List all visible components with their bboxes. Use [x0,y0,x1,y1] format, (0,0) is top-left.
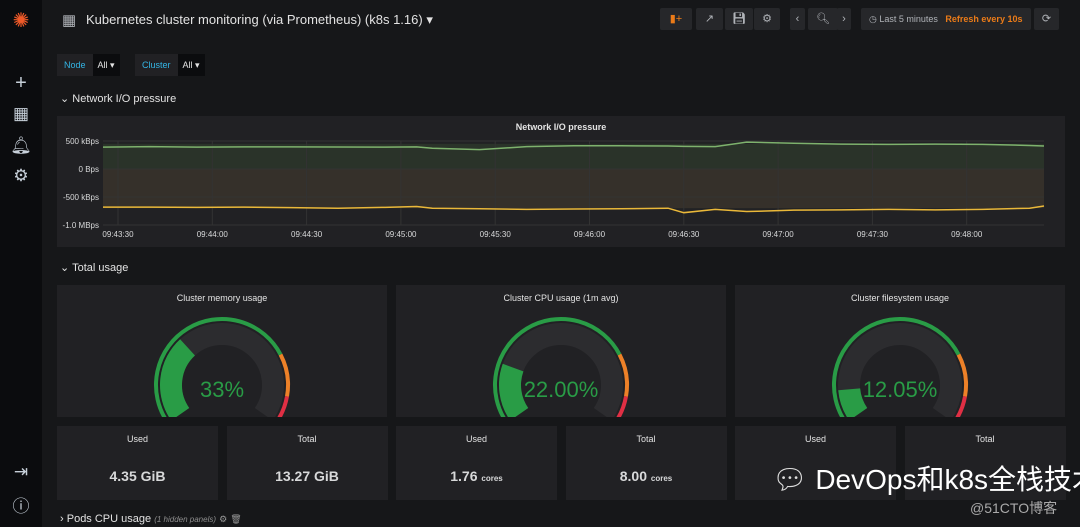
bell-icon[interactable]: 🔔︎ [0,136,42,156]
help-icon[interactable]: ⓘ [0,492,42,517]
row-title: Network I/O pressure [72,93,177,105]
gauge: 12.05% [832,317,968,425]
time-forward-button[interactable]: › [837,8,851,30]
node-label: Node [57,54,93,76]
stat-value: 4.35 GiB [109,468,166,484]
gauge-value-arc [499,363,529,421]
stat-panel: Total 8.00 cores [565,426,727,500]
sidebar: ✺ + ▦ 🔔︎ ⚙ ⇥ ⓘ [0,0,42,527]
panel-title: Used [465,434,487,444]
sign-in-icon[interactable]: ⇥ [0,462,42,482]
dashboard-grid-icon: ▦ [62,12,77,29]
time-back-button[interactable]: ‹ [790,8,805,30]
x-tick-label: 09:47:00 [763,230,795,239]
plus-icon[interactable]: + [0,72,42,95]
panel-title: Cluster filesystem usage [850,293,950,303]
wechat-icon: 💬︎ [772,464,808,495]
x-tick-label: 09:46:30 [668,230,700,239]
cluster-select[interactable]: All ▾ [177,54,205,76]
x-tick-label: 09:43:30 [102,230,134,239]
panel-title: Total [297,434,317,444]
out-area [103,169,1044,209]
row-title: Pods CPU usage [66,513,152,525]
y-tick-label: 500 kBps [66,137,99,146]
cluster-label: Cluster [135,54,178,76]
save-button[interactable]: 💾︎ [725,8,753,30]
gauge-panel: Cluster filesystem usage 12.05% [735,285,1065,425]
panel-title: Cluster memory usage [176,293,268,303]
stat-value: 1.76 cores [450,468,503,484]
panel-title: Total [975,434,995,444]
gauge-value: 12.05% [863,377,938,402]
row-total[interactable]: ⌄ Total usage [60,261,128,274]
share-button[interactable]: ↗ [696,8,723,30]
grafana-logo-icon[interactable]: ✺ [0,8,42,33]
row-title: Total usage [72,262,129,274]
x-tick-label: 09:47:30 [857,230,889,239]
stat-panel: Used 4.35 GiB [57,426,218,500]
dashboards-icon[interactable]: ▦ [0,104,42,124]
refresh-interval: Refresh every 10s [945,14,1023,24]
x-tick-label: 09:45:30 [480,230,512,239]
gauge-value-arc [160,339,196,421]
watermark-source: @51CTO博客 [970,500,1058,516]
gauge-track [838,323,962,421]
panel-title: Total [636,434,656,444]
dashboard-title[interactable]: Kubernetes cluster monitoring (via Prome… [86,12,433,28]
refresh-button[interactable]: ⟳ [1034,8,1059,30]
gauge-panel: Cluster memory usage 33% [57,285,387,425]
top-bar: ▦ Kubernetes cluster monitoring (via Pro… [42,0,1080,40]
panel-title: Cluster CPU usage (1m avg) [503,293,619,303]
x-tick-label: 09:46:00 [574,230,606,239]
time-range: Last 5 minutes [879,14,938,24]
zoom-out-button[interactable]: 🔍︎ [808,8,838,30]
y-tick-label: 0 Bps [79,165,99,174]
gear-icon[interactable]: ⚙ [219,514,227,524]
settings-button[interactable]: ⚙ [754,8,780,30]
title-text: Kubernetes cluster monitoring (via Prome… [86,12,423,27]
row-pods[interactable]: › Pods CPU usage (1 hidden panels) ⚙ 🗑︎ [60,513,242,525]
gauge-value: 33% [200,377,244,402]
network-panel: Network I/O pressure 500 kBps 0 Bps -500 kB… [57,116,1065,247]
x-tick-label: 09:45:00 [385,230,417,239]
x-tick-label: 09:48:00 [951,230,983,239]
y-tick-label: -1.0 MBps [63,221,99,230]
stat-panel: Total 13.27 GiB [226,426,388,500]
node-select[interactable]: All ▾ [92,54,120,76]
x-tick-label: 09:44:30 [291,230,323,239]
gauge-track [499,323,623,421]
trash-icon[interactable]: 🗑︎ [230,514,241,524]
gauge-panel: Cluster CPU usage (1m avg) 22.00% [396,285,726,425]
chart-title: Network I/O pressure [516,122,607,132]
gear-icon[interactable]: ⚙ [0,166,42,186]
gauge: 22.00% [493,317,629,425]
gauge-value-arc [838,387,868,421]
watermark-text: DevOps和k8s全栈技术 [815,464,1080,495]
hidden-panels-count: (1 hidden panels) [154,515,217,524]
gauge-track [160,323,284,421]
variable-node[interactable]: Node All ▾ [57,54,120,76]
gauge-value: 22.00% [524,377,599,402]
y-tick-label: -500 kBps [63,193,99,202]
stat-panel: Used 1.76 cores [396,426,557,500]
gauge: 33% [154,317,290,425]
row-network[interactable]: ⌄ Network I/O pressure [60,92,176,105]
panel-title: Used [126,434,148,444]
time-picker[interactable]: ◷ Last 5 minutes Refresh every 10s [861,8,1031,30]
stat-value: 8.00 cores [619,468,673,484]
panel-title: Used [804,434,826,444]
x-tick-label: 09:44:00 [197,230,229,239]
watermark: 💬︎ DevOps和k8s全栈技术 [772,458,1080,498]
stat-value: 13.27 GiB [275,468,339,484]
variable-cluster[interactable]: Cluster All ▾ [135,54,205,76]
add-panel-button[interactable]: ▮+ [660,8,692,30]
network-chart: Network I/O pressure 500 kBps 0 Bps -500 kB… [63,122,1045,239]
